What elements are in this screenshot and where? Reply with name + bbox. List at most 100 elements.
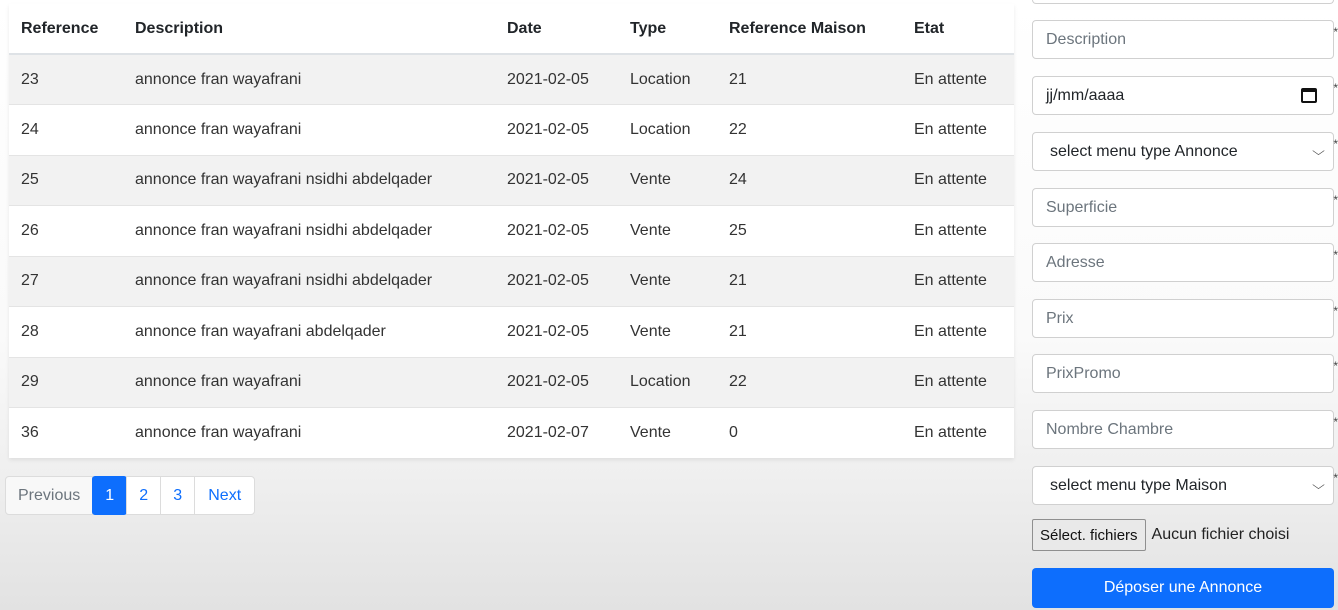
prixpromo-placeholder: PrixPromo [1046,364,1121,382]
column-header-reference: Reference [9,4,123,55]
cell-etat: En attente [902,255,1014,307]
cell-type: Vente [618,306,717,357]
pagination-page-3[interactable]: 3 [160,476,196,515]
date-placeholder: jj/mm/aaaa [1046,86,1125,104]
cell-etat: En attente [902,53,1014,105]
chevron-down-icon: ⌵ [1312,478,1325,492]
date-input[interactable]: jj/mm/aaaa [1032,76,1334,115]
cell-reference: 25 [9,154,123,206]
table-row: 23 annonce fran wayafrani 2021-02-05 Loc… [9,53,1014,105]
cell-reference: 23 [9,53,123,105]
table-row: 36 annonce fran wayafrani 2021-02-07 Ven… [9,407,1014,458]
table-header: Reference Description Date Type Referenc… [9,4,1014,55]
cell-reference-maison: 21 [717,53,902,105]
column-header-date: Date [495,4,618,55]
required-mark: * [1333,81,1338,95]
cell-type: Vente [618,407,717,458]
cell-date: 2021-02-05 [495,104,618,155]
required-mark: * [1333,304,1338,318]
required-mark: * [1333,415,1338,429]
file-status-label: Aucun fichier choisi [1151,526,1290,543]
cell-date: 2021-02-07 [495,407,618,458]
table-row: 28 annonce fran wayafrani abdelqader 202… [9,306,1014,357]
column-header-type: Type [618,4,717,55]
cell-etat: En attente [902,356,1014,408]
type-maison-selected-value: select menu type Maison [1050,476,1227,494]
table-row: 29 annonce fran wayafrani 2021-02-05 Loc… [9,356,1014,408]
prix-placeholder: Prix [1046,309,1074,327]
annonce-form: Description * jj/mm/aaaa * select menu t… [1032,0,1338,610]
cell-reference: 29 [9,356,123,408]
cell-description: annonce fran wayafrani nsidhi abdelqader [123,154,495,206]
cell-etat: En attente [902,306,1014,357]
type-annonce-selected-value: select menu type Annonce [1050,142,1238,160]
required-mark: * [1333,248,1338,262]
pagination-previous-button[interactable]: Previous [5,476,94,515]
superficie-input[interactable]: Superficie [1032,188,1334,227]
cell-date: 2021-02-05 [495,306,618,357]
required-mark: * [1333,471,1338,485]
calendar-icon[interactable] [1301,88,1317,103]
cell-reference-maison: 21 [717,306,902,357]
cell-etat: En attente [902,154,1014,206]
table-header-row: Reference Description Date Type Referenc… [9,4,1014,55]
cell-reference-maison: 22 [717,356,902,408]
pagination: Previous 1 2 3 Next [5,476,256,515]
cell-reference-maison: 0 [717,407,902,458]
chevron-down-icon: ⌵ [1312,144,1325,158]
column-header-description: Description [123,4,495,55]
nombre-chambre-placeholder: Nombre Chambre [1046,420,1174,438]
cell-etat: En attente [902,407,1014,458]
submit-annonce-button[interactable]: Déposer une Annonce [1032,568,1334,608]
pagination-page-2[interactable]: 2 [126,476,162,515]
cell-reference: 28 [9,306,123,357]
column-header-etat: Etat [902,4,1014,55]
cell-reference-maison: 24 [717,154,902,206]
table-body: 23 annonce fran wayafrani 2021-02-05 Loc… [9,53,1014,458]
cell-reference-maison: 22 [717,104,902,155]
type-maison-select[interactable]: select menu type Maison ⌵ [1032,466,1334,505]
cell-type: Vente [618,154,717,206]
pagination-page-1[interactable]: 1 [92,476,128,515]
cell-etat: En attente [902,205,1014,256]
cell-date: 2021-02-05 [495,255,618,307]
cell-type: Location [618,53,717,105]
table-row: 24 annonce fran wayafrani 2021-02-05 Loc… [9,104,1014,155]
previous-field-edge[interactable] [1032,0,1334,4]
adresse-input[interactable]: Adresse [1032,243,1334,282]
required-mark: * [1333,137,1338,151]
pagination-next-button[interactable]: Next [194,476,256,515]
cell-description: annonce fran wayafrani nsidhi abdelqader [123,205,495,256]
cell-description: annonce fran wayafrani [123,53,495,105]
description-input[interactable]: Description [1032,20,1334,59]
file-upload: Sélect. fichiers Aucun fichier choisi [1032,519,1289,551]
cell-etat: En attente [902,104,1014,155]
required-mark: * [1333,25,1338,39]
adresse-placeholder: Adresse [1046,253,1105,271]
table-row: 25 annonce fran wayafrani nsidhi abdelqa… [9,154,1014,206]
cell-description: annonce fran wayafrani [123,356,495,408]
cell-date: 2021-02-05 [495,356,618,408]
nombre-chambre-input[interactable]: Nombre Chambre [1032,410,1334,449]
cell-reference-maison: 21 [717,255,902,307]
table-row: 27 annonce fran wayafrani nsidhi abdelqa… [9,255,1014,307]
cell-date: 2021-02-05 [495,53,618,105]
table-row: 26 annonce fran wayafrani nsidhi abdelqa… [9,205,1014,256]
prix-input[interactable]: Prix [1032,299,1334,338]
cell-date: 2021-02-05 [495,154,618,206]
cell-description: annonce fran wayafrani nsidhi abdelqader [123,255,495,307]
cell-reference: 26 [9,205,123,256]
prixpromo-input[interactable]: PrixPromo [1032,354,1334,393]
description-placeholder: Description [1046,30,1127,48]
column-header-reference-maison: Reference Maison [717,4,902,55]
required-mark: * [1333,359,1338,373]
cell-type: Vente [618,255,717,307]
select-files-button[interactable]: Sélect. fichiers [1032,519,1146,551]
superficie-placeholder: Superficie [1046,198,1118,216]
cell-reference: 36 [9,407,123,458]
cell-reference-maison: 25 [717,205,902,256]
cell-type: Location [618,104,717,155]
type-annonce-select[interactable]: select menu type Annonce ⌵ [1032,132,1334,171]
cell-description: annonce fran wayafrani [123,407,495,458]
cell-description: annonce fran wayafrani [123,104,495,155]
